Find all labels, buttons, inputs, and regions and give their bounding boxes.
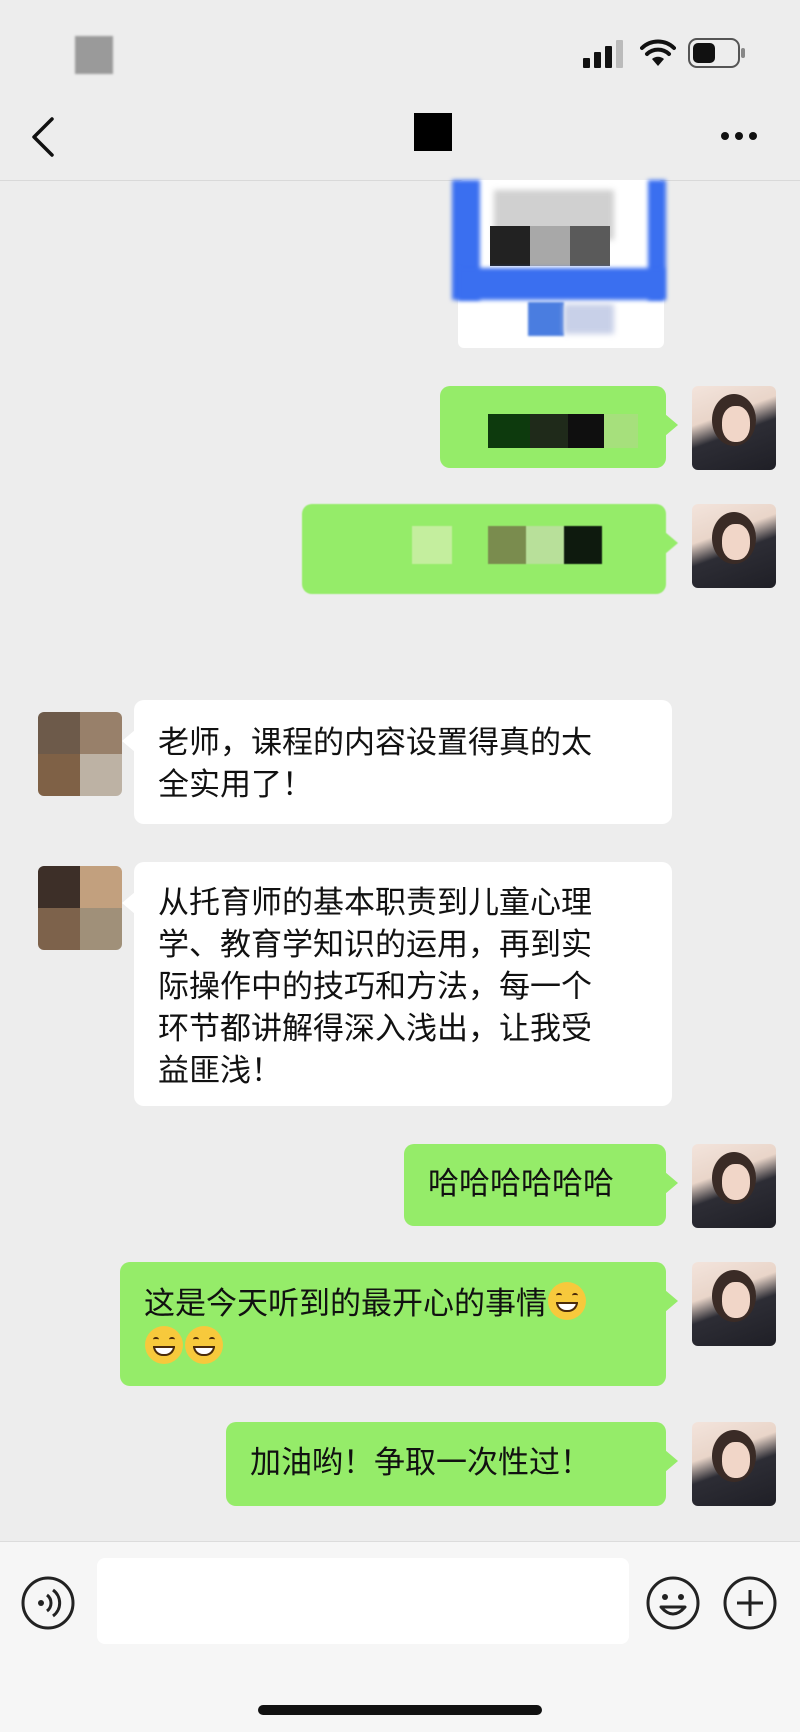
status-bar bbox=[0, 0, 800, 96]
my-avatar[interactable] bbox=[692, 504, 776, 588]
message-text-line: 环节都讲解得深入浅出，让我受 bbox=[158, 1011, 592, 1047]
message-bubble-left[interactable]: 从托育师的基本职责到儿童心理 学、教育学知识的运用，再到实 际操作中的技巧和方法… bbox=[122, 862, 672, 1106]
wifi-icon bbox=[640, 39, 676, 66]
plus-icon[interactable] bbox=[722, 1575, 778, 1631]
message-bubble-right[interactable]: 加油哟！争取一次性过！ bbox=[226, 1422, 678, 1506]
grin-emoji-icon bbox=[185, 1326, 223, 1364]
message-text-line: 益匪浅！ bbox=[158, 1053, 282, 1089]
message-text-line: 际操作中的技巧和方法，每一个 bbox=[158, 969, 592, 1005]
back-icon[interactable] bbox=[30, 116, 56, 158]
my-avatar[interactable] bbox=[692, 1262, 776, 1346]
blurred-message-1[interactable] bbox=[440, 386, 678, 468]
message-text-line: 老师，课程的内容设置得真的太 bbox=[158, 725, 592, 761]
blurred-message-2[interactable] bbox=[302, 504, 678, 594]
message-bubble-right[interactable]: 哈哈哈哈哈哈 bbox=[404, 1144, 678, 1226]
battery-icon bbox=[688, 38, 745, 68]
message-input[interactable] bbox=[97, 1558, 629, 1644]
my-avatar[interactable] bbox=[692, 1144, 776, 1228]
message-text-line: 从托育师的基本职责到儿童心理 bbox=[158, 885, 592, 921]
message-text-line: 全实用了！ bbox=[158, 767, 313, 803]
signal-icon bbox=[583, 40, 623, 68]
message-bubble-right[interactable]: 这是今天听到的最开心的事情 bbox=[120, 1262, 678, 1386]
voice-icon[interactable] bbox=[20, 1575, 76, 1631]
my-avatar[interactable] bbox=[692, 386, 776, 470]
home-indicator[interactable] bbox=[258, 1705, 542, 1715]
message-text: 哈哈哈哈哈哈 bbox=[428, 1166, 614, 1202]
my-avatar[interactable] bbox=[692, 1422, 776, 1506]
grin-emoji-icon bbox=[548, 1282, 586, 1320]
chat-title-redacted bbox=[414, 113, 452, 151]
nav-bar bbox=[0, 96, 800, 181]
message-text: 这是今天听到的最开心的事情 bbox=[144, 1286, 547, 1322]
emoji-icon[interactable] bbox=[645, 1575, 701, 1631]
friend-avatar[interactable] bbox=[38, 712, 122, 796]
message-text: 加油哟！争取一次性过！ bbox=[250, 1445, 591, 1481]
status-time-blurred bbox=[75, 36, 113, 74]
image-message-blurred[interactable] bbox=[452, 180, 666, 348]
grin-emoji-icon bbox=[145, 1326, 183, 1364]
friend-avatar[interactable] bbox=[38, 866, 122, 950]
message-bubble-left[interactable]: 老师，课程的内容设置得真的太 全实用了！ bbox=[122, 700, 672, 824]
more-icon[interactable] bbox=[720, 131, 758, 141]
message-text-line: 学、教育学知识的运用，再到实 bbox=[158, 927, 592, 963]
